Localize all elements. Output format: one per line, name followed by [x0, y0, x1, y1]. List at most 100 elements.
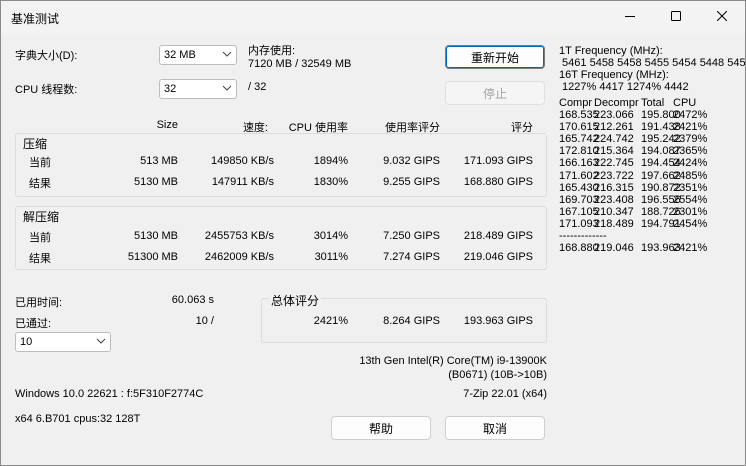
cell-speed: 147911 KB/s	[211, 176, 274, 188]
maximize-button[interactable]	[653, 1, 699, 33]
maximize-icon	[671, 10, 681, 24]
memory-usage-value: 7120 MB / 32549 MB	[248, 58, 352, 70]
log-cell: 171.093	[559, 217, 599, 230]
window-title: 基准测试	[11, 12, 60, 26]
minimize-icon	[625, 11, 635, 24]
row-label: 当前	[29, 157, 51, 169]
os-info: Windows 10.0 22621 : f:5F310F2774C	[15, 388, 204, 400]
chevron-down-icon	[222, 83, 232, 96]
log-header-decompr: Decompr	[594, 97, 639, 109]
cpu-threads-label: CPU 线程数:	[15, 84, 78, 96]
log-row: 168.535 223.066 195.800 2472%	[559, 109, 707, 122]
cell-cpu-usage: 1830%	[313, 176, 348, 188]
log-cell: 166.163	[559, 157, 599, 170]
chevron-down-icon	[96, 336, 106, 349]
log-cell: 219.046	[594, 242, 634, 255]
log-header-cpu: CPU	[673, 97, 697, 109]
dict-size-label: 字典大小(D):	[15, 50, 78, 62]
total-rating: 193.963 GIPS	[463, 315, 533, 327]
cell-size: 5130 MB	[133, 230, 178, 242]
freq-1t-title: 1T Frequency (MHz):	[559, 45, 663, 57]
total-usage-rating: 8.264 GIPS	[383, 315, 440, 327]
log-row: 172.810 215.364 194.087 2365%	[559, 145, 707, 157]
log-cell: 223.408	[594, 193, 634, 206]
memory-usage-label: 内存使用:	[248, 45, 296, 57]
log-cell: 215.364	[594, 145, 634, 158]
log-cell: 168.880	[559, 242, 599, 255]
cpu-id: (B0671) (10B->10B)	[448, 369, 547, 381]
log-cell: 212.261	[594, 121, 634, 134]
log-cell: 165.430	[559, 181, 599, 194]
log-cell: 222.745	[594, 157, 634, 170]
log-cell: 223.722	[594, 169, 634, 182]
log-cell: 170.615	[559, 121, 599, 134]
elapsed-time-value: 60.063 s	[171, 294, 214, 306]
log-panel: 1T Frequency (MHz): 5461 5458 5458 5455 …	[559, 45, 746, 93]
chevron-down-icon	[222, 49, 232, 62]
cell-usage-rating: 9.255 GIPS	[383, 176, 440, 188]
cell-usage-rating: 7.274 GIPS	[383, 251, 440, 263]
log-cell: 2454%	[673, 217, 708, 230]
cell-size: 51300 MB	[127, 251, 178, 263]
minimize-button[interactable]	[607, 1, 653, 33]
log-cell: 2365%	[673, 145, 708, 158]
cell-speed: 2462009 KB/s	[204, 251, 274, 263]
cancel-button[interactable]: 取消	[445, 416, 545, 440]
cell-usage-rating: 9.032 GIPS	[383, 155, 440, 167]
log-cell: 2485%	[673, 169, 708, 182]
passes-select[interactable]: 10	[15, 332, 111, 352]
elapsed-time-label: 已用时间:	[15, 297, 63, 309]
log-row: 165.430 216.315 190.872 2351%	[559, 181, 707, 194]
cell-cpu-usage: 3011%	[314, 251, 348, 263]
log-header-total: Total	[641, 97, 665, 109]
log-row: 167.105 210.347 188.726 2301%	[559, 206, 707, 218]
total-rating-title: 总体评分	[269, 292, 322, 309]
close-icon	[716, 10, 728, 24]
log-cell: 165.742	[559, 133, 599, 146]
log-separator: -------------	[559, 230, 607, 243]
log-cell: 2351%	[673, 181, 708, 194]
help-button[interactable]: 帮助	[331, 416, 431, 440]
log-cell: 2421%	[673, 242, 708, 255]
dict-size-value: 32 MB	[164, 49, 196, 61]
title-bar: 基准测试	[1, 1, 745, 33]
log-cell: 218.489	[594, 217, 634, 230]
cpu-threads-select[interactable]: 32	[159, 79, 237, 99]
log-cell: 210.347	[594, 205, 634, 218]
log-cell: 169.703	[559, 193, 599, 206]
cell-speed: 149850 KB/s	[211, 155, 274, 167]
restart-button[interactable]: 重新开始	[445, 45, 545, 69]
log-row: 169.703 223.408 196.556 2554%	[559, 193, 707, 206]
passes-label: 已通过:	[15, 318, 52, 330]
log-cell: 2424%	[673, 157, 708, 170]
passes-value: 10 /	[195, 315, 214, 327]
log-row: 165.742 224.742 195.242 2379%	[559, 133, 707, 146]
cell-rating: 168.880 GIPS	[463, 176, 533, 188]
cell-rating: 218.489 GIPS	[463, 230, 533, 242]
log-cell: 2554%	[673, 193, 708, 206]
cell-speed: 2455753 KB/s	[204, 230, 274, 242]
cpu-threads-max: / 32	[248, 81, 267, 93]
log-row: 170.615 212.261 191.438 2421%	[559, 121, 707, 134]
passes-select-value: 10	[20, 336, 33, 348]
row-label: 结果	[29, 253, 51, 265]
arch-info: x64 6.B701 cpus:32 128T	[15, 413, 141, 425]
log-cell: 168.535	[559, 109, 599, 122]
log-cell: 2472%	[673, 109, 708, 122]
total-cpu-usage: 2421%	[313, 315, 348, 327]
freq-1t-values: 5461 5458 5458 5455 5454 5448 5453	[559, 57, 746, 70]
stop-button[interactable]: 停止	[445, 81, 545, 105]
log-header: Compr Decompr Total CPU	[559, 97, 696, 109]
close-button[interactable]	[699, 1, 745, 33]
cell-rating: 219.046 GIPS	[463, 251, 533, 263]
col-header-size: Size	[156, 119, 178, 131]
cell-cpu-usage: 3014%	[313, 230, 348, 242]
log-cell: 2301%	[673, 205, 708, 218]
log-total-row: 168.880 219.046 193.963 2421%	[559, 242, 707, 255]
log-cell: 171.602	[559, 169, 599, 182]
log-header-compr: Compr	[559, 97, 593, 109]
row-label: 结果	[29, 178, 51, 190]
log-cell: 223.066	[594, 109, 634, 122]
dict-size-select[interactable]: 32 MB	[159, 45, 237, 65]
cell-rating: 171.093 GIPS	[463, 155, 533, 167]
